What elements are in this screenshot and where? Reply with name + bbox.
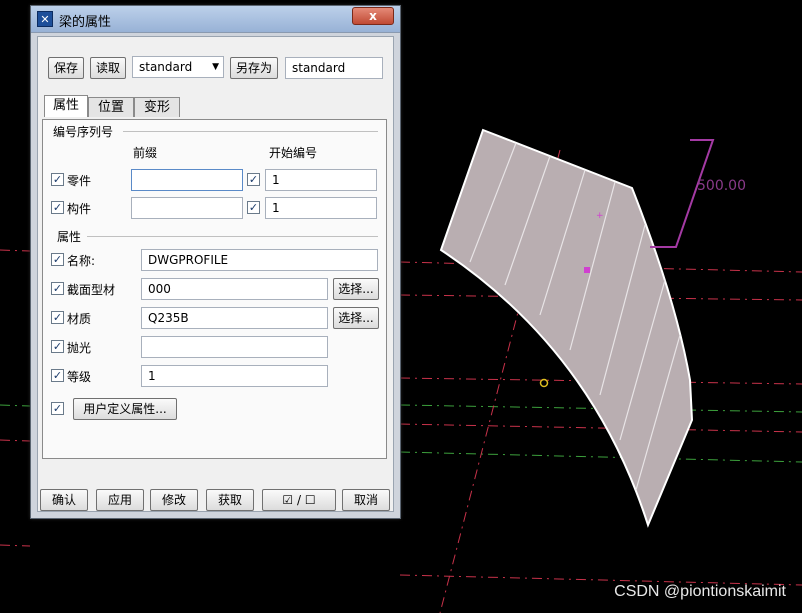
assembly-start-input[interactable]: 1 (265, 197, 377, 219)
assembly-checkbox[interactable]: ✓ (51, 201, 64, 214)
origin-marker (539, 378, 549, 388)
class-checkbox[interactable]: ✓ (51, 369, 64, 382)
material-checkbox[interactable]: ✓ (51, 311, 64, 324)
udf-checkbox[interactable]: ✓ (51, 402, 64, 415)
class-label: 等级 (67, 370, 92, 384)
numbering-group-title: 编号序列号 (53, 125, 114, 139)
app-icon: ✕ (37, 11, 53, 27)
dialog-title: 梁的属性 (59, 15, 112, 30)
grid-line (0, 249, 31, 252)
part-label: 零件 (67, 174, 92, 188)
profile-checkbox[interactable]: ✓ (51, 282, 64, 295)
group-divider (123, 131, 378, 132)
grid-line (399, 423, 802, 433)
assembly-prefix-input[interactable] (131, 197, 243, 219)
tab-properties[interactable]: 属性 (44, 95, 88, 117)
attributes-group-title: 属性 (57, 230, 82, 244)
finish-checkbox[interactable]: ✓ (51, 340, 64, 353)
part-prefix-input[interactable] (131, 169, 243, 191)
name-input[interactable]: DWGPROFILE (141, 249, 378, 271)
properties-panel: 编号序列号 前缀 开始编号 ✓ 零件 ✓ 1 ✓ 构件 ✓ 1 属性 ✓ 名称:… (42, 119, 387, 459)
profile-input[interactable]: 000 (141, 278, 328, 300)
material-select-button[interactable]: 选择... (333, 307, 379, 329)
save-button[interactable]: 保存 (48, 57, 84, 79)
handle-marker (584, 267, 590, 273)
part-start-checkbox[interactable]: ✓ (247, 173, 260, 186)
dialog-titlebar[interactable]: ✕ 梁的属性 x (31, 6, 400, 33)
start-number-column-header: 开始编号 (269, 146, 318, 160)
dimension-label: 500.00 (697, 178, 746, 194)
ok-button[interactable]: 确认 (40, 489, 88, 511)
grid-line (0, 439, 31, 442)
curved-beam-surface (439, 128, 694, 528)
finish-label: 抛光 (67, 341, 92, 355)
toggle-all-button[interactable]: ☑ / ☐ (262, 489, 336, 511)
name-label: 名称: (67, 254, 96, 268)
finish-input[interactable] (141, 336, 328, 358)
name-checkbox[interactable]: ✓ (51, 253, 64, 266)
load-button[interactable]: 读取 (90, 57, 126, 79)
point-marker: + (596, 211, 604, 221)
modify-button[interactable]: 修改 (150, 489, 198, 511)
profile-select-button[interactable]: 选择... (333, 278, 379, 300)
assembly-label: 构件 (67, 202, 92, 216)
profile-label: 截面型材 (67, 283, 116, 297)
beam-properties-dialog: ✕ 梁的属性 x 保存 读取 standard ▼ 另存为 standard 属… (30, 5, 401, 519)
close-button[interactable]: x (352, 7, 394, 25)
group-divider (87, 236, 378, 237)
grid-line (0, 404, 31, 407)
grid-line (399, 451, 802, 463)
part-checkbox[interactable]: ✓ (51, 173, 64, 186)
watermark: CSDN @piontionskaimit (614, 583, 786, 600)
grid-line (0, 544, 31, 547)
cancel-button[interactable]: 取消 (342, 489, 390, 511)
tab-position[interactable]: 位置 (88, 97, 134, 117)
part-start-input[interactable]: 1 (265, 169, 377, 191)
save-as-button[interactable]: 另存为 (230, 57, 278, 79)
assembly-start-checkbox[interactable]: ✓ (247, 201, 260, 214)
user-defined-attributes-button[interactable]: 用户定义属性... (73, 398, 177, 420)
preset-select-value: standard (139, 60, 193, 74)
material-input[interactable]: Q235B (141, 307, 328, 329)
apply-button[interactable]: 应用 (96, 489, 144, 511)
save-as-name-input[interactable]: standard (285, 57, 383, 79)
dialog-client: 保存 读取 standard ▼ 另存为 standard 属性 位置 变形 编… (37, 36, 394, 512)
material-label: 材质 (67, 312, 92, 326)
tab-deformation[interactable]: 变形 (134, 97, 180, 117)
class-input[interactable]: 1 (141, 365, 328, 387)
preset-select[interactable]: standard ▼ (132, 56, 224, 78)
chevron-down-icon: ▼ (212, 62, 219, 72)
get-button[interactable]: 获取 (206, 489, 254, 511)
prefix-column-header: 前缀 (133, 146, 158, 160)
